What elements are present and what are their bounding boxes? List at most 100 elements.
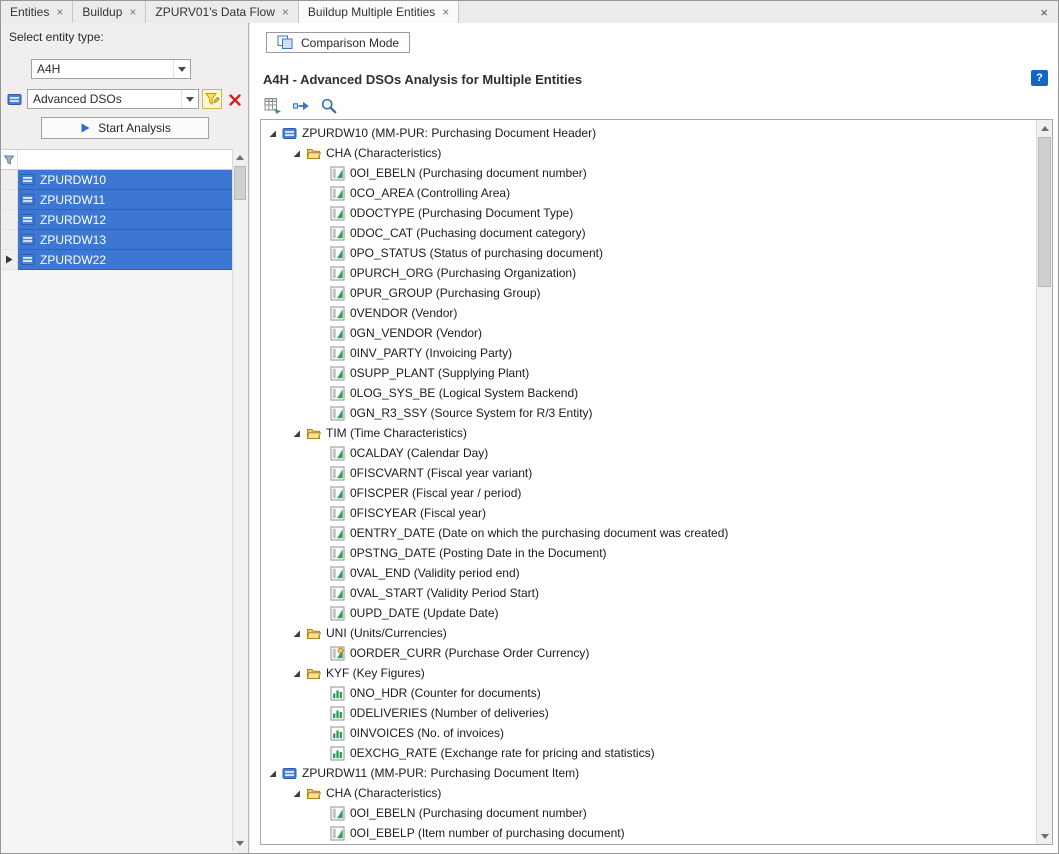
tree-node[interactable]: 0ORDER_CURR (Purchase Order Currency) <box>261 643 1036 663</box>
char-icon <box>330 166 345 181</box>
tree-node[interactable]: 0INV_PARTY (Invoicing Party) <box>261 343 1036 363</box>
tree-node[interactable]: 0DOC_CAT (Puchasing document category) <box>261 223 1036 243</box>
scroll-thumb[interactable] <box>234 166 246 200</box>
tree-node[interactable]: 0LOG_SYS_BE (Logical System Backend) <box>261 383 1036 403</box>
tree-node[interactable]: ZPURDW11 (MM-PUR: Purchasing Document It… <box>261 763 1036 783</box>
expander-expanded-icon[interactable] <box>267 769 277 778</box>
scroll-up-icon[interactable] <box>233 149 247 165</box>
expander-expanded-icon[interactable] <box>291 789 301 798</box>
tree-node[interactable]: 0FISCYEAR (Fiscal year) <box>261 503 1036 523</box>
time-icon <box>330 606 345 621</box>
tree-node-label: 0SUPP_PLANT (Supplying Plant) <box>350 366 529 380</box>
tree-node[interactable]: TIM (Time Characteristics) <box>261 423 1036 443</box>
tab-strip: Entities×Buildup×ZPURV01's Data Flow×Bui… <box>1 1 459 23</box>
tree-node[interactable]: 0DOCTYPE (Purchasing Document Type) <box>261 203 1036 223</box>
tree-node[interactable]: 0FISCPER (Fiscal year / period) <box>261 483 1036 503</box>
chevron-down-icon[interactable] <box>181 90 198 108</box>
tab-entities[interactable]: Entities× <box>1 1 73 23</box>
tab-zpurv01-s-data-flow[interactable]: ZPURV01's Data Flow× <box>146 1 298 23</box>
tree-node[interactable]: KYF (Key Figures) <box>261 663 1036 683</box>
expander-expanded-icon[interactable] <box>267 129 277 138</box>
tree-node[interactable]: 0DELIVERIES (Number of deliveries) <box>261 703 1036 723</box>
tree-node[interactable]: UNI (Units/Currencies) <box>261 623 1036 643</box>
tree-node[interactable]: 0CO_AREA (Controlling Area) <box>261 183 1036 203</box>
tree-node[interactable]: CHA (Characteristics) <box>261 783 1036 803</box>
entity-row-zpurdw22[interactable]: ZPURDW22 <box>1 250 232 270</box>
tab-close-icon[interactable]: × <box>282 6 289 18</box>
tree-node[interactable]: 0GN_R3_SSY (Source System for R/3 Entity… <box>261 403 1036 423</box>
clear-filter-button[interactable] <box>225 90 245 109</box>
tree-node[interactable]: 0OI_EBELN (Purchasing document number) <box>261 803 1036 823</box>
tree-node[interactable]: ZPURDW10 (MM-PUR: Purchasing Document He… <box>261 123 1036 143</box>
tree-node[interactable]: 0PURCH_ORG (Purchasing Organization) <box>261 263 1036 283</box>
help-button[interactable]: ? <box>1031 70 1048 86</box>
tree-node[interactable]: 0GN_VENDOR (Vendor) <box>261 323 1036 343</box>
tab-close-icon[interactable]: × <box>56 6 63 18</box>
tree-node-label: ZPURDW10 (MM-PUR: Purchasing Document He… <box>302 126 596 140</box>
tab-buildup[interactable]: Buildup× <box>73 1 146 23</box>
filter-edit-icon <box>204 91 220 107</box>
entity-type-select[interactable]: Advanced DSOs <box>27 89 199 109</box>
tree-node[interactable]: 0EXCHG_RATE (Exchange rate for pricing a… <box>261 743 1036 763</box>
tab-close-icon[interactable]: × <box>129 6 136 18</box>
tree-node[interactable]: 0CALDAY (Calendar Day) <box>261 443 1036 463</box>
edit-filter-button[interactable] <box>202 89 222 109</box>
expander-expanded-icon[interactable] <box>291 429 301 438</box>
entity-row-zpurdw13[interactable]: ZPURDW13 <box>1 230 232 250</box>
tree-node[interactable]: 0PSTNG_DATE (Posting Date in the Documen… <box>261 543 1036 563</box>
entity-row-zpurdw12[interactable]: ZPURDW12 <box>1 210 232 230</box>
expander-expanded-icon[interactable] <box>291 669 301 678</box>
tree-node[interactable]: 0FISCVARNT (Fiscal year variant) <box>261 463 1036 483</box>
export-table-button[interactable] <box>263 96 282 115</box>
tree-node[interactable]: 0VENDOR (Vendor) <box>261 303 1036 323</box>
tab-bar: Entities×Buildup×ZPURV01's Data Flow×Bui… <box>1 1 1058 24</box>
filter-input-cell[interactable] <box>18 150 232 169</box>
scroll-thumb[interactable] <box>1038 137 1051 287</box>
zoom-button[interactable] <box>319 96 338 115</box>
folder-icon <box>306 666 321 681</box>
tree-node[interactable]: 0VAL_END (Validity period end) <box>261 563 1036 583</box>
tree-node[interactable]: 0SUPP_PLANT (Supplying Plant) <box>261 363 1036 383</box>
tree-node[interactable]: 0ENTRY_DATE (Date on which the purchasin… <box>261 523 1036 543</box>
tree-node[interactable]: 0OI_EBELP (Item number of purchasing doc… <box>261 823 1036 843</box>
entity-row-zpurdw10[interactable]: ZPURDW10 <box>1 170 232 190</box>
tree-node[interactable]: 0PO_STATUS (Status of purchasing documen… <box>261 243 1036 263</box>
chevron-down-icon[interactable] <box>173 60 190 78</box>
tree-node-label: 0PSTNG_DATE (Posting Date in the Documen… <box>350 546 607 560</box>
entity-list-scrollbar[interactable] <box>232 149 247 851</box>
expander-expanded-icon[interactable] <box>291 629 301 638</box>
entity-row-zpurdw11[interactable]: ZPURDW11 <box>1 190 232 210</box>
grid-filter-row[interactable] <box>1 150 232 170</box>
comparison-mode-button[interactable]: Comparison Mode <box>266 32 410 53</box>
tree-node[interactable]: 0OI_EBELN (Purchasing document number) <box>261 163 1036 183</box>
zoom-icon <box>320 97 338 115</box>
system-select-value: A4H <box>32 62 173 76</box>
tab-buildup-multiple-entities[interactable]: Buildup Multiple Entities× <box>299 1 459 23</box>
tree-node[interactable] <box>261 843 1036 844</box>
tree-scrollbar[interactable] <box>1036 120 1052 844</box>
time-icon <box>330 466 345 481</box>
tree-node-label: CHA (Characteristics) <box>326 786 441 800</box>
flow-arrow-button[interactable] <box>291 96 310 115</box>
time-icon <box>330 526 345 541</box>
tree-node-label: 0OI_EBELP (Item number of purchasing doc… <box>350 826 625 840</box>
tree-node[interactable]: 0PUR_GROUP (Purchasing Group) <box>261 283 1036 303</box>
system-select[interactable]: A4H <box>31 59 191 79</box>
tree-node[interactable]: CHA (Characteristics) <box>261 143 1036 163</box>
dso-icon <box>282 766 297 781</box>
tree-node[interactable]: 0VAL_START (Validity Period Start) <box>261 583 1036 603</box>
scroll-up-icon[interactable] <box>1037 120 1052 136</box>
tab-close-icon[interactable]: × <box>442 6 449 18</box>
tree-node-label: 0DELIVERIES (Number of deliveries) <box>350 706 549 720</box>
entity-name: ZPURDW11 <box>40 193 105 207</box>
tree-node-label: 0INVOICES (No. of invoices) <box>350 726 504 740</box>
scroll-down-icon[interactable] <box>233 835 247 851</box>
close-tabs-button[interactable]: × <box>1030 1 1058 23</box>
start-analysis-button[interactable]: Start Analysis <box>41 117 209 139</box>
tree-node[interactable]: 0UPD_DATE (Update Date) <box>261 603 1036 623</box>
tree-node[interactable]: 0INVOICES (No. of invoices) <box>261 723 1036 743</box>
char-icon <box>330 306 345 321</box>
expander-expanded-icon[interactable] <box>291 149 301 158</box>
scroll-down-icon[interactable] <box>1037 828 1052 844</box>
tree-node[interactable]: 0NO_HDR (Counter for documents) <box>261 683 1036 703</box>
